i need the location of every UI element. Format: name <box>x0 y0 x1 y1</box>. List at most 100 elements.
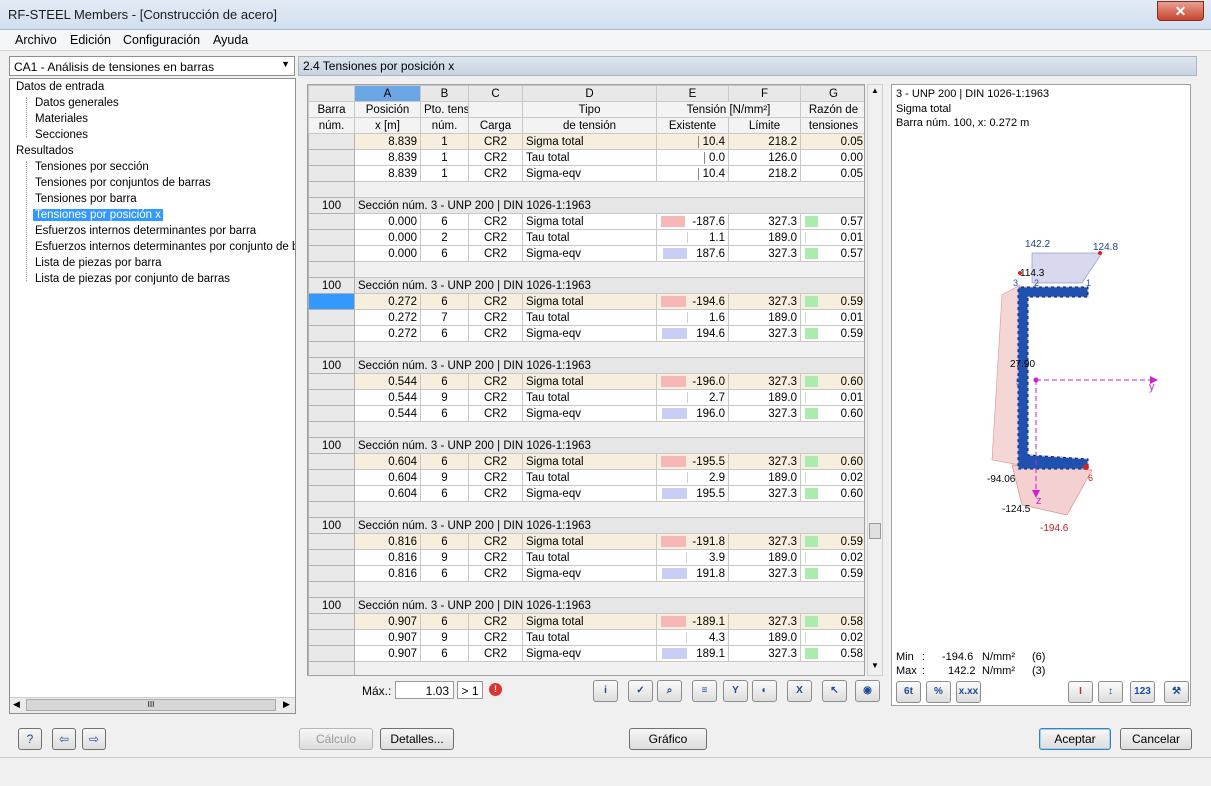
table-row[interactable]: 0.000 6 CR2 Sigma total -187.6 327.3 0.57 <box>308 213 864 230</box>
row-header[interactable] <box>308 549 355 566</box>
position-cell[interactable]: 8.839 <box>354 133 421 150</box>
row-header[interactable] <box>308 469 355 486</box>
row-header[interactable] <box>308 373 355 390</box>
point-cell[interactable]: 9 <box>420 469 469 486</box>
section-row[interactable]: 100 Sección núm. 3 - UNP 200 | DIN 1026-1… <box>308 517 864 534</box>
position-cell[interactable]: 0.272 <box>354 293 421 310</box>
member-number[interactable]: 100 <box>308 277 355 294</box>
load-cell[interactable]: CR2 <box>468 645 523 662</box>
tree-item-tensiones-seccion[interactable]: Tensiones por sección <box>35 161 149 173</box>
load-cell[interactable]: CR2 <box>468 453 523 470</box>
stress-type-cell[interactable]: Sigma-eqv <box>522 565 657 582</box>
row-header[interactable] <box>308 149 355 166</box>
table-row[interactable]: 0.544 9 CR2 Tau total 2.7 189.0 0.01 <box>308 389 864 406</box>
point-cell[interactable]: 6 <box>420 533 469 550</box>
stress-type-cell[interactable]: Sigma total <box>522 373 657 390</box>
col-letter-f[interactable]: F <box>728 85 801 102</box>
tree-item-esfuerzos-barra[interactable]: Esfuerzos internos determinantes por bar… <box>35 225 256 237</box>
position-cell[interactable]: 0.816 <box>354 533 421 550</box>
point-cell[interactable]: 6 <box>420 245 469 262</box>
limit-cell[interactable]: 327.3 <box>728 453 801 470</box>
position-cell[interactable]: 0.907 <box>354 645 421 662</box>
load-cell[interactable]: CR2 <box>468 229 523 246</box>
tree-horizontal-scrollbar[interactable]: ◀ III ▶ <box>10 697 295 713</box>
limit-cell[interactable]: 327.3 <box>728 533 801 550</box>
position-cell[interactable]: 8.839 <box>354 165 421 182</box>
sort-icon[interactable]: ≡ <box>692 680 717 702</box>
stress-type-cell[interactable]: Sigma-eqv <box>522 405 657 422</box>
table-row[interactable]: 0.544 6 CR2 Sigma-eqv 196.0 327.3 0.60 <box>308 405 864 422</box>
stress-type-cell[interactable]: Sigma-eqv <box>522 165 657 182</box>
cancel-button[interactable]: Cancelar <box>1120 728 1192 750</box>
eye-icon[interactable]: ◉ <box>855 680 880 702</box>
limit-cell[interactable]: 189.0 <box>728 389 801 406</box>
table-row[interactable]: 0.604 9 CR2 Tau total 2.9 189.0 0.02 <box>308 469 864 486</box>
limit-cell[interactable]: 327.3 <box>728 325 801 342</box>
limit-cell[interactable]: 327.3 <box>728 293 801 310</box>
menu-edicion[interactable]: Edición <box>70 33 111 47</box>
position-cell[interactable]: 0.544 <box>354 389 421 406</box>
position-cell[interactable]: 0.604 <box>354 453 421 470</box>
position-cell[interactable]: 0.604 <box>354 469 421 486</box>
position-cell[interactable]: 8.839 <box>354 149 421 166</box>
row-header[interactable] <box>308 629 355 646</box>
menu-archivo[interactable]: Archivo <box>15 33 57 47</box>
scroll-right-icon[interactable]: ▶ <box>283 699 290 710</box>
excel-icon[interactable]: X <box>787 680 812 702</box>
table-row[interactable]: 0.272 6 CR2 Sigma-eqv 194.6 327.3 0.59 <box>308 325 864 342</box>
row-header[interactable] <box>308 453 355 470</box>
position-cell[interactable]: 0.000 <box>354 245 421 262</box>
existing-cell[interactable]: 10.4 <box>656 165 729 182</box>
settings-button[interactable]: ⚒ <box>1164 681 1189 703</box>
limit-cell[interactable]: 189.0 <box>728 549 801 566</box>
table-row[interactable]: 8.839 1 CR2 Tau total 0.0 126.0 0.00 <box>308 149 864 166</box>
load-cell[interactable]: CR2 <box>468 213 523 230</box>
close-button[interactable]: ✕ <box>1157 1 1204 21</box>
stress-type-cell[interactable]: Tau total <box>522 629 657 646</box>
tree-item-secciones[interactable]: Secciones <box>35 129 88 141</box>
member-number[interactable]: 100 <box>308 357 355 374</box>
stress-type-cell[interactable]: Tau total <box>522 229 657 246</box>
point-cell[interactable]: 1 <box>420 149 469 166</box>
member-number[interactable]: 100 <box>308 197 355 214</box>
load-cell[interactable]: CR2 <box>468 469 523 486</box>
member-number[interactable]: 100 <box>308 517 355 534</box>
values-button[interactable]: x.xx <box>956 681 981 703</box>
table-vertical-scrollbar[interactable]: ▲ ▼ <box>867 84 883 676</box>
color-icon[interactable]: ◐ <box>752 680 777 702</box>
details-button[interactable]: Detalles... <box>380 728 454 750</box>
load-cell[interactable]: CR2 <box>468 629 523 646</box>
table-row[interactable]: 0.000 6 CR2 Sigma-eqv 187.6 327.3 0.57 <box>308 245 864 262</box>
load-cell[interactable]: CR2 <box>468 165 523 182</box>
tree-item-piezas-barra[interactable]: Lista de piezas por barra <box>35 257 162 269</box>
section-row[interactable]: 100 Sección núm. 3 - UNP 200 | DIN 1026-1… <box>308 357 864 374</box>
limit-cell[interactable]: 327.3 <box>728 405 801 422</box>
stress-type-cell[interactable]: Sigma total <box>522 613 657 630</box>
table-row[interactable]: 0.272 6 CR2 Sigma total -194.6 327.3 0.59 <box>308 293 864 310</box>
section-row[interactable]: 100 Sección núm. 3 - UNP 200 | DIN 1026-1… <box>308 197 864 214</box>
row-header[interactable] <box>308 293 355 310</box>
point-cell[interactable]: 6 <box>420 405 469 422</box>
filter-icon[interactable]: Y <box>723 680 748 702</box>
table-row[interactable]: 0.604 6 CR2 Sigma-eqv 195.5 327.3 0.60 <box>308 485 864 502</box>
limit-cell[interactable]: 327.3 <box>728 213 801 230</box>
table-row[interactable]: 0.816 6 CR2 Sigma total -191.8 327.3 0.59 <box>308 533 864 550</box>
point-cell[interactable]: 7 <box>420 309 469 326</box>
export-button[interactable]: ⇨ <box>82 728 106 750</box>
limit-cell[interactable]: 126.0 <box>728 149 801 166</box>
load-cell[interactable]: CR2 <box>468 293 523 310</box>
table-row[interactable]: 8.839 1 CR2 Sigma total 10.4 218.2 0.05 <box>308 133 864 150</box>
tree-item-tensiones-posicion[interactable]: Tensiones por posición x <box>33 209 163 221</box>
position-cell[interactable]: 0.000 <box>354 229 421 246</box>
member-number[interactable]: 100 <box>308 437 355 454</box>
scroll-down-icon[interactable]: ▼ <box>871 661 879 670</box>
load-cell[interactable]: CR2 <box>468 373 523 390</box>
limit-cell[interactable]: 327.3 <box>728 565 801 582</box>
stress-type-cell[interactable]: Sigma total <box>522 453 657 470</box>
ratio-cell[interactable]: 0.05 <box>800 133 864 150</box>
stress-type-cell[interactable]: Sigma total <box>522 213 657 230</box>
position-cell[interactable]: 0.272 <box>354 309 421 326</box>
stress-type-cell[interactable]: Tau total <box>522 309 657 326</box>
table-row[interactable]: 8.839 1 CR2 Sigma-eqv 10.4 218.2 0.05 <box>308 165 864 182</box>
percent-button[interactable]: % <box>926 681 951 703</box>
